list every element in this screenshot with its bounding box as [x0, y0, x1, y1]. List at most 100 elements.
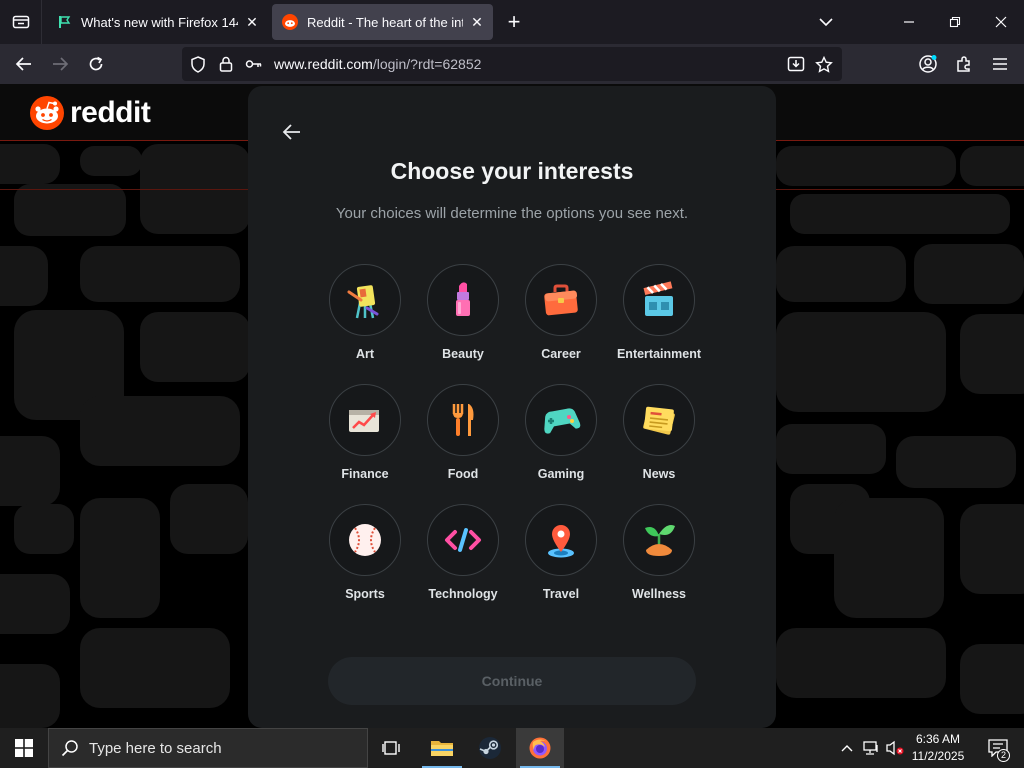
extensions-button[interactable]: [948, 48, 980, 80]
task-view-button[interactable]: [368, 728, 416, 768]
save-to-pocket-icon[interactable]: [782, 47, 810, 81]
new-tab-button[interactable]: +: [500, 8, 528, 36]
back-button[interactable]: [276, 116, 308, 148]
interest-finance[interactable]: Finance: [316, 384, 414, 494]
interest-circle[interactable]: [329, 504, 401, 576]
interest-label: Wellness: [632, 587, 686, 601]
network-status-button[interactable]: [860, 728, 882, 768]
interest-gaming[interactable]: Gaming: [512, 384, 610, 494]
restore-icon: [949, 16, 961, 28]
interest-circle[interactable]: [329, 384, 401, 456]
interest-wellness[interactable]: Wellness: [610, 504, 708, 614]
interest-sports[interactable]: Sports: [316, 504, 414, 614]
baseball-icon: [349, 524, 381, 556]
interest-circle[interactable]: [525, 384, 597, 456]
reddit-favicon-icon: [282, 14, 298, 30]
bookmark-star-icon[interactable]: [810, 47, 838, 81]
firefox-icon: [529, 737, 551, 759]
tab-title: What's new with Firefox 144: [81, 14, 238, 30]
interest-circle[interactable]: [427, 384, 499, 456]
dialog-subtitle: Your choices will determine the options …: [335, 205, 689, 222]
interest-food[interactable]: Food: [414, 384, 512, 494]
sprout-icon: [645, 525, 675, 556]
tab-firefox-whats-new[interactable]: What's new with Firefox 144 ✕: [46, 4, 268, 40]
interest-label: News: [642, 467, 676, 481]
interest-label: Entertainment: [616, 347, 702, 361]
choose-interests-dialog: Choose your interests Your choices will …: [248, 86, 776, 728]
url-text[interactable]: www.reddit.com/login/?rdt=62852: [274, 56, 782, 72]
interest-circle[interactable]: [623, 384, 695, 456]
restore-button[interactable]: [932, 0, 978, 44]
interest-circle[interactable]: [525, 264, 597, 336]
chevron-down-icon: [819, 18, 833, 27]
forward-button[interactable]: [44, 48, 76, 80]
close-icon: [995, 16, 1007, 28]
close-window-button[interactable]: [978, 0, 1024, 44]
interest-circle[interactable]: [623, 504, 695, 576]
url-path: /login/?rdt=62852: [372, 56, 482, 72]
tab-close-icon[interactable]: ✕: [469, 14, 485, 30]
network-icon: [863, 741, 878, 755]
arrow-left-icon: [282, 124, 300, 140]
reddit-wordmark: reddit: [70, 96, 151, 129]
finance-chart-icon: [349, 410, 379, 432]
interest-circle[interactable]: [525, 504, 597, 576]
notification-count-badge: 2: [997, 749, 1010, 762]
permissions-key-icon[interactable]: [240, 47, 268, 81]
interest-technology[interactable]: Technology: [414, 504, 512, 614]
back-button[interactable]: [8, 48, 40, 80]
lock-icon[interactable]: [212, 47, 240, 81]
clock-date: 11/2/2025: [911, 749, 965, 763]
hamburger-menu-icon: [993, 58, 1007, 70]
reload-button[interactable]: [80, 48, 112, 80]
interest-art[interactable]: Art: [316, 264, 414, 374]
minimize-button[interactable]: [886, 0, 932, 44]
newspaper-icon: [643, 406, 675, 435]
start-button[interactable]: [0, 728, 48, 768]
minimize-icon: [904, 21, 914, 23]
interest-circle[interactable]: [427, 264, 499, 336]
search-placeholder: Type here to search: [89, 739, 222, 757]
briefcase-icon: [544, 284, 578, 316]
continue-button[interactable]: Continue: [328, 657, 696, 705]
interest-travel[interactable]: Travel: [512, 504, 610, 614]
map-pin-icon: [548, 525, 574, 558]
reload-icon: [89, 56, 103, 71]
reddit-logo[interactable]: reddit: [30, 96, 151, 130]
firefox-taskbar-button[interactable]: [516, 728, 564, 768]
url-bar[interactable]: www.reddit.com/login/?rdt=62852: [182, 47, 842, 81]
steam-button[interactable]: [466, 728, 514, 768]
interest-career[interactable]: Career: [512, 264, 610, 374]
tab-close-icon[interactable]: ✕: [244, 14, 260, 30]
list-all-tabs-button[interactable]: [812, 8, 840, 36]
show-hidden-icons-button[interactable]: [836, 728, 858, 768]
art-easel-icon: [347, 285, 379, 319]
task-view-icon: [382, 741, 400, 755]
tracking-protection-shield-icon[interactable]: [184, 47, 212, 81]
interest-entertainment[interactable]: Entertainment: [610, 264, 708, 374]
interest-circle[interactable]: [623, 264, 695, 336]
taskbar-clock[interactable]: 6:36 AM 11/2/2025: [900, 731, 976, 765]
interest-circle[interactable]: [427, 504, 499, 576]
account-icon: [919, 55, 937, 73]
lipstick-icon: [456, 282, 470, 316]
arrow-right-icon: [53, 57, 69, 71]
tab-list-button[interactable]: [0, 0, 42, 44]
notifications-button[interactable]: 2: [978, 728, 1018, 768]
arrow-left-icon: [15, 57, 31, 71]
navigation-toolbar: www.reddit.com/login/?rdt=62852: [0, 44, 1024, 84]
file-explorer-button[interactable]: [418, 728, 466, 768]
app-menu-button[interactable]: [984, 48, 1016, 80]
browser-tab-strip: What's new with Firefox 144 ✕ Reddit - T…: [0, 0, 1024, 44]
interest-circle[interactable]: [329, 264, 401, 336]
account-button[interactable]: [912, 48, 944, 80]
tab-reddit[interactable]: Reddit - The heart of the interne ✕: [272, 4, 493, 40]
interest-news[interactable]: News: [610, 384, 708, 494]
chevron-up-icon: [841, 745, 853, 752]
taskbar-search-box[interactable]: Type here to search: [48, 728, 368, 768]
clapperboard-icon: [643, 281, 673, 316]
firefox-news-favicon-icon: [56, 14, 72, 30]
windows-taskbar: Type here to search 6:36 AM 11/2/2025 2: [0, 728, 1024, 768]
steam-icon: [479, 737, 501, 759]
interest-beauty[interactable]: Beauty: [414, 264, 512, 374]
